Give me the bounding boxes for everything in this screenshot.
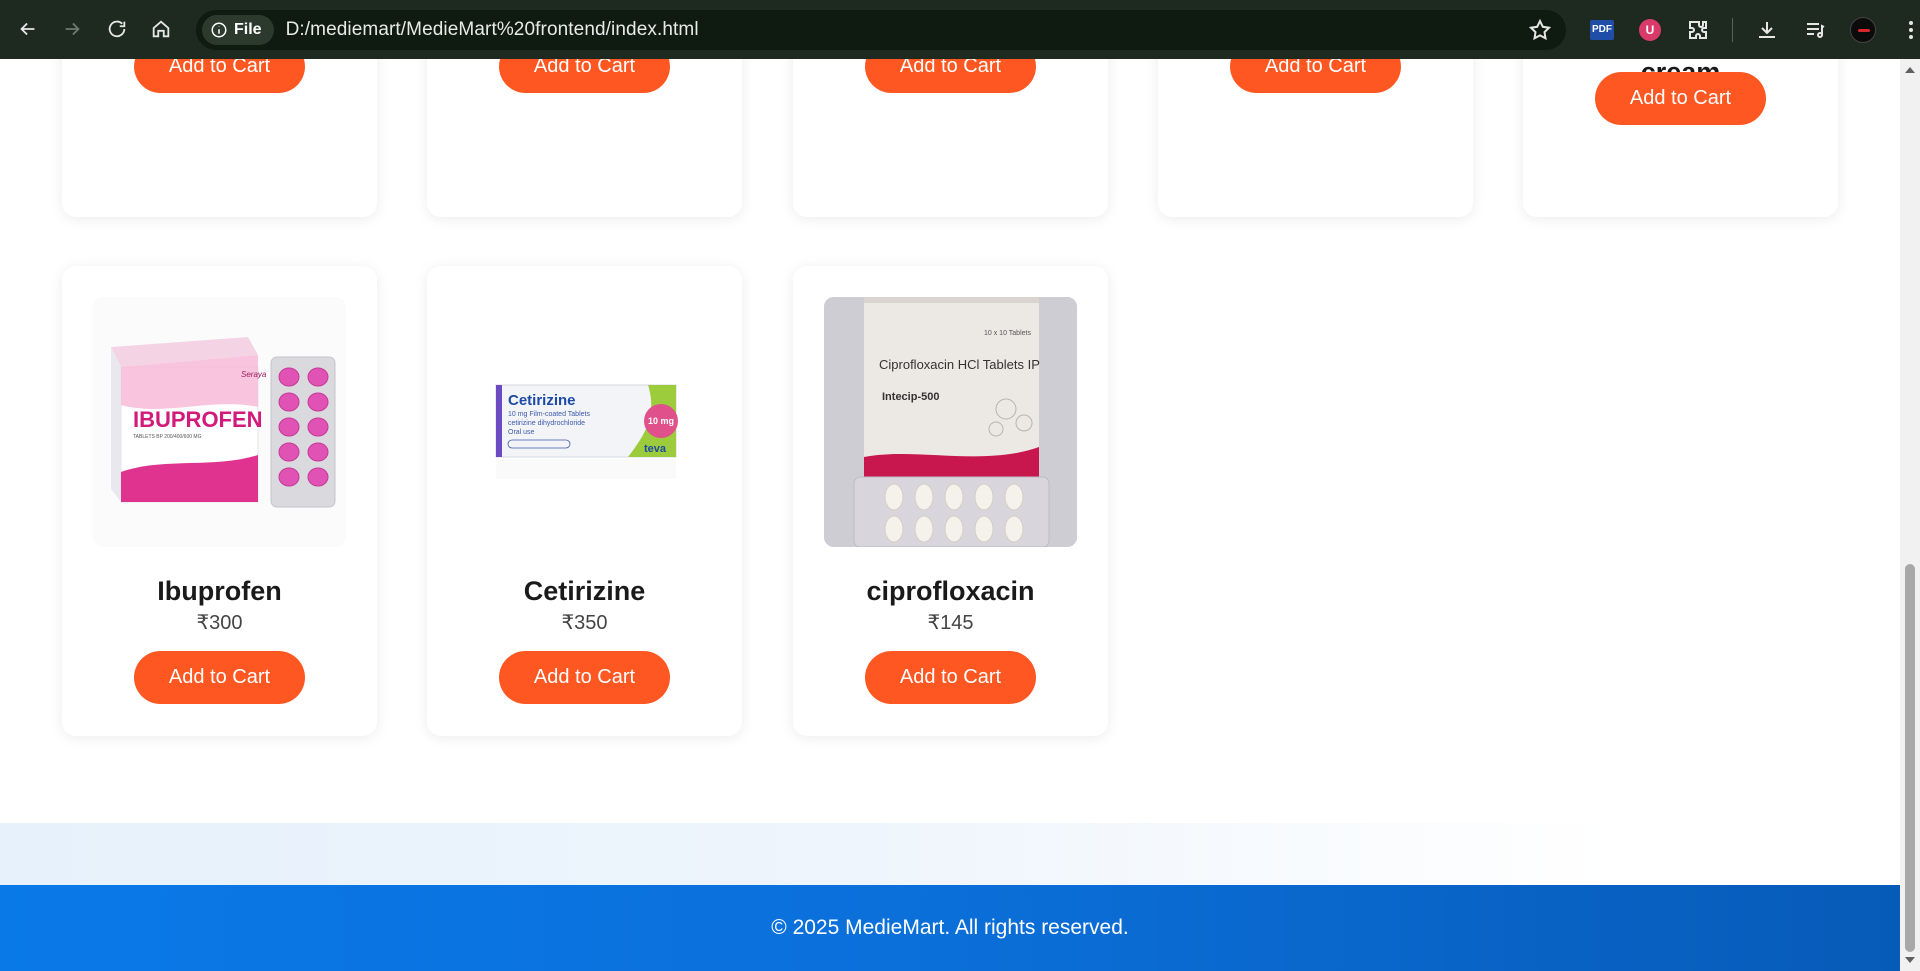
profile-avatar bbox=[1850, 16, 1876, 43]
browser-toolbar: File D:/mediemart/MedieMart%20frontend/i… bbox=[0, 0, 1920, 59]
add-to-cart-button[interactable]: Add to Cart bbox=[1230, 59, 1401, 93]
add-to-cart-button[interactable]: Add to Cart bbox=[499, 651, 670, 704]
shield-icon: U bbox=[1639, 18, 1661, 41]
product-price: ₹300 bbox=[196, 612, 243, 634]
scroll-down-arrow-icon[interactable] bbox=[1905, 957, 1915, 963]
vertical-scrollbar[interactable] bbox=[1900, 59, 1920, 971]
ciprofloxacin-box-title: Ciprofloxacin HCl Tablets IP bbox=[879, 357, 1040, 372]
url-scheme-label: File bbox=[234, 21, 262, 38]
svg-text:Oral use: Oral use bbox=[508, 429, 535, 436]
profile-button[interactable] bbox=[1841, 8, 1885, 52]
puzzle-icon bbox=[1689, 20, 1707, 39]
scroll-up-arrow-icon[interactable] bbox=[1905, 67, 1915, 73]
forward-button[interactable] bbox=[50, 7, 94, 51]
media-control-button[interactable] bbox=[1793, 8, 1837, 52]
pdf-icon: PDF bbox=[1590, 19, 1614, 40]
add-to-cart-button[interactable]: Add to Cart bbox=[865, 59, 1036, 93]
home-button[interactable] bbox=[139, 7, 183, 51]
site-footer: © 2025 MedieMart. All rights reserved. bbox=[0, 885, 1900, 971]
info-icon bbox=[211, 22, 227, 38]
ciprofloxacin-product-image: 10 x 10 Tablets Ciprofloxacin HCl Tablet… bbox=[824, 297, 1077, 547]
downloads-button[interactable] bbox=[1745, 8, 1789, 52]
scrollbar-thumb[interactable] bbox=[1905, 564, 1915, 952]
product-card: ₹170 Add to Cart bbox=[1158, 59, 1473, 217]
product-name: ciprofloxacin bbox=[866, 576, 1035, 606]
url-text[interactable]: D:/mediemart/MedieMart%20frontend/index.… bbox=[286, 19, 699, 41]
ibuprofen-box-title: IBUPROFEN bbox=[133, 407, 263, 432]
svg-text:TABLETS BP 200/400/600 MG: TABLETS BP 200/400/600 MG bbox=[133, 434, 202, 440]
add-to-cart-button[interactable]: Add to Cart bbox=[499, 59, 670, 93]
extensions-button[interactable] bbox=[1676, 8, 1720, 52]
svg-text:10 mg: 10 mg bbox=[648, 416, 674, 426]
reload-button[interactable] bbox=[95, 7, 139, 51]
download-icon bbox=[1759, 21, 1775, 38]
playlist-icon bbox=[1807, 22, 1825, 38]
more-vertical-icon bbox=[1909, 20, 1913, 39]
footer-gradient-band bbox=[0, 823, 1900, 885]
product-card: ₹95 Add to Cart bbox=[793, 59, 1108, 217]
ublock-extension-button[interactable]: U bbox=[1628, 8, 1672, 52]
product-card: IBUPROFEN TABLETS BP 200/400/600 MG Sera… bbox=[62, 266, 377, 736]
bookmark-star-icon[interactable] bbox=[1528, 18, 1552, 42]
product-price: ₹350 bbox=[561, 612, 608, 634]
arrow-right-icon bbox=[65, 22, 80, 36]
pdf-extension-button[interactable]: PDF bbox=[1580, 8, 1624, 52]
home-icon bbox=[152, 20, 170, 38]
cetirizine-product-image: 10 mg Cetirizine 10 mg Film-coated Table… bbox=[458, 297, 711, 547]
svg-text:10 x 10 Tablets: 10 x 10 Tablets bbox=[984, 330, 1031, 337]
add-to-cart-button[interactable]: Add to Cart bbox=[1595, 72, 1766, 125]
footer-copyright: © 2025 MedieMart. All rights reserved. bbox=[771, 916, 1129, 939]
product-card: 10 x 10 Tablets Ciprofloxacin HCl Tablet… bbox=[793, 266, 1108, 736]
site-info-chip[interactable]: File bbox=[202, 15, 274, 45]
ibuprofen-product-image: IBUPROFEN TABLETS BP 200/400/600 MG Sera… bbox=[93, 297, 346, 547]
product-card: cream ₹110 Add to Cart bbox=[1523, 59, 1838, 217]
arrow-left-icon bbox=[20, 22, 35, 36]
product-name: Cetirizine bbox=[523, 576, 646, 606]
product-card: 10 mg Cetirizine 10 mg Film-coated Table… bbox=[427, 266, 742, 736]
svg-text:Seraya: Seraya bbox=[241, 370, 267, 379]
add-to-cart-button[interactable]: Add to Cart bbox=[134, 59, 305, 93]
svg-text:10 mg Film-coated Tablets: 10 mg Film-coated Tablets bbox=[508, 411, 590, 418]
toolbar-divider bbox=[1732, 17, 1733, 42]
svg-text:cetirizine dihydrochloride: cetirizine dihydrochloride bbox=[508, 420, 585, 427]
cetirizine-box-title: Cetirizine bbox=[508, 392, 576, 409]
page-viewport: ₹200 Add to Cart ₹100 Add to Cart ₹95 Ad… bbox=[0, 59, 1900, 971]
menu-button[interactable] bbox=[1889, 8, 1920, 52]
product-card: ₹200 Add to Cart bbox=[62, 59, 377, 217]
svg-text:Intecip-500: Intecip-500 bbox=[882, 391, 939, 403]
svg-text:teva: teva bbox=[644, 443, 667, 455]
address-bar[interactable]: File D:/mediemart/MedieMart%20frontend/i… bbox=[196, 10, 1566, 50]
add-to-cart-button[interactable]: Add to Cart bbox=[134, 651, 305, 704]
back-button[interactable] bbox=[6, 7, 50, 51]
extensions-area: PDF U bbox=[1580, 0, 1920, 59]
product-card: ₹100 Add to Cart bbox=[427, 59, 742, 217]
product-name: Ibuprofen bbox=[157, 576, 282, 606]
reload-icon bbox=[108, 20, 126, 38]
product-price: ₹145 bbox=[927, 612, 974, 634]
add-to-cart-button[interactable]: Add to Cart bbox=[865, 651, 1036, 704]
